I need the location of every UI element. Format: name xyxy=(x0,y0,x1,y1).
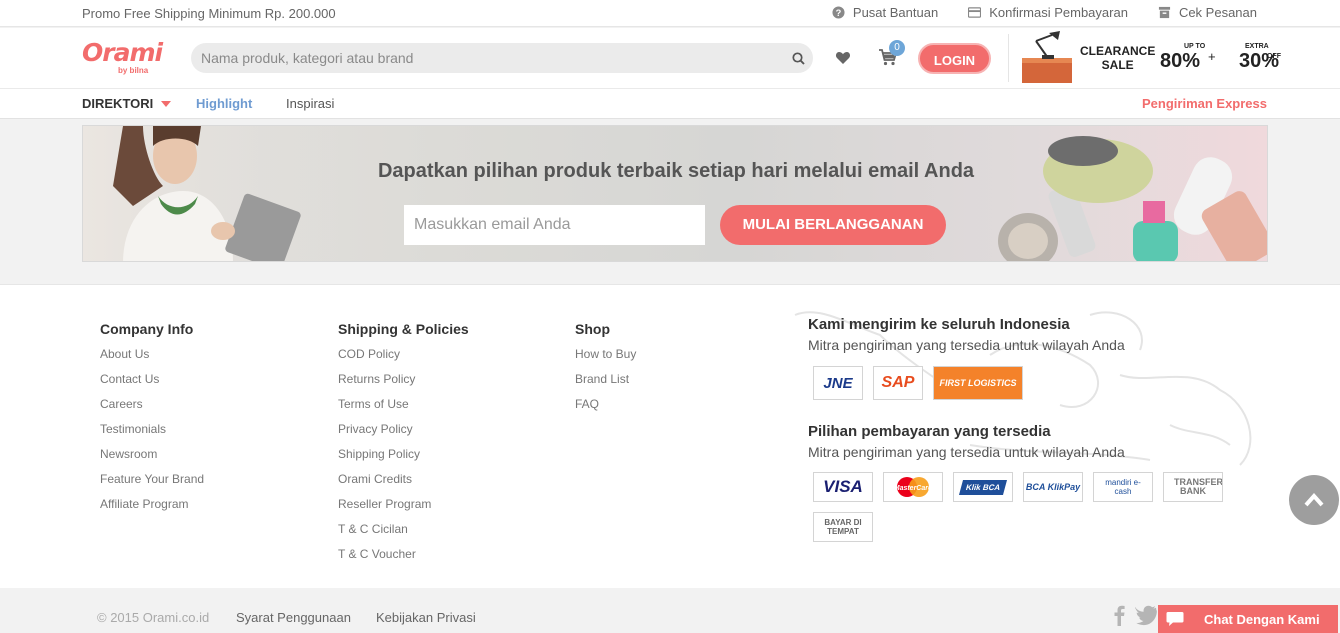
payment-logo-mastercard: MasterCard xyxy=(883,472,943,502)
chevron-up-icon xyxy=(1304,493,1324,507)
check-order-label: Cek Pesanan xyxy=(1178,5,1257,20)
footer-company-title: Company Info xyxy=(100,321,194,337)
footer-link-tc-voucher[interactable]: T & C Voucher xyxy=(338,545,469,570)
bottom-bar: © 2015 Orami.co.id Syarat Penggunaan Keb… xyxy=(0,588,1340,633)
footer-link-brand-list[interactable]: Brand List xyxy=(575,370,636,395)
clearance-line2: SALE xyxy=(1101,58,1134,72)
payment-logo-visa: VISA xyxy=(813,472,873,502)
newsletter-email-input[interactable] xyxy=(404,205,705,245)
help-center-link[interactable]: ? Pusat Bantuan xyxy=(832,5,938,20)
footer-shop-title: Shop xyxy=(575,321,610,337)
payment-subtitle: Mitra pengiriman yang tersedia untuk wil… xyxy=(808,444,1125,460)
footer-link-feature-brand[interactable]: Feature Your Brand xyxy=(100,470,204,495)
footer-shop-column: Shop How to Buy Brand List FAQ xyxy=(575,321,636,420)
footer-link-cod-policy[interactable]: COD Policy xyxy=(338,345,469,370)
twitter-icon[interactable] xyxy=(1135,604,1157,626)
upto-label: UP TO xyxy=(1184,43,1206,50)
chat-bubble-icon xyxy=(1158,605,1192,633)
footer-link-about-us[interactable]: About Us xyxy=(100,345,204,370)
clearance-sale-text: CLEARANCE SALE xyxy=(1080,44,1155,72)
footer-shipping-title: Shipping & Policies xyxy=(338,321,469,337)
footer-link-orami-credits[interactable]: Orami Credits xyxy=(338,470,469,495)
footer-link-careers[interactable]: Careers xyxy=(100,395,204,420)
off-label: OFF xyxy=(1267,53,1281,60)
nav-inspirasi[interactable]: Inspirasi xyxy=(286,96,334,111)
extra-label: EXTRA xyxy=(1245,43,1269,50)
shipping-subtitle: Mitra pengiriman yang tersedia untuk wil… xyxy=(808,337,1125,353)
clearance-sale-banner[interactable]: CLEARANCE SALE UP TO 80% + EXTRA 30% OFF xyxy=(1022,31,1281,85)
help-center-label: Pusat Bantuan xyxy=(852,5,939,20)
wishlist-heart-icon[interactable] xyxy=(835,50,851,66)
woman-tablet-image xyxy=(83,126,343,261)
facebook-icon[interactable] xyxy=(1109,604,1131,626)
promo-text: Promo Free Shipping Minimum Rp. 200.000 xyxy=(82,6,336,21)
footer-link-contact-us[interactable]: Contact Us xyxy=(100,370,204,395)
payment-logo-bank-transfer: TRANSFER BANK xyxy=(1163,472,1223,502)
footer-link-shipping-policy[interactable]: Shipping Policy xyxy=(338,445,469,470)
courier-logo-first-logistics: FIRST LOGISTICS xyxy=(933,366,1023,400)
footer-link-how-to-buy[interactable]: How to Buy xyxy=(575,345,636,370)
footer-link-newsroom[interactable]: Newsroom xyxy=(100,445,204,470)
top-promo-bar: Promo Free Shipping Minimum Rp. 200.000 … xyxy=(0,0,1340,27)
search-input[interactable] xyxy=(191,50,783,66)
discount-80: 80% xyxy=(1160,50,1201,72)
payment-logo-mandiri-ecash: mandiri e-cash xyxy=(1093,472,1153,502)
courier-logo-jne: JNE xyxy=(813,366,863,400)
footer-shipping-column: Shipping & Policies COD Policy Returns P… xyxy=(338,321,469,570)
footer-link-privacy-policy[interactable]: Privacy Policy xyxy=(338,420,469,445)
site-footer: Company Info About Us Contact Us Careers… xyxy=(0,284,1340,588)
shipping-title: Kami mengirim ke seluruh Indonesia xyxy=(808,316,1070,333)
footer-link-reseller-program[interactable]: Reseller Program xyxy=(338,495,469,520)
order-box-icon xyxy=(1158,6,1171,19)
mastercard-text: MasterCard xyxy=(894,485,933,492)
payment-logo-klikbca: Klik BCA xyxy=(953,472,1013,502)
clearance-line1: CLEARANCE xyxy=(1080,44,1156,58)
search-bar xyxy=(191,43,813,73)
payment-logo-cod: BAYAR DI TEMPAT xyxy=(813,512,873,542)
footer-link-testimonials[interactable]: Testimonials xyxy=(100,420,204,445)
logo-wordmark: Orami xyxy=(82,38,163,67)
footer-company-column: Company Info About Us Contact Us Careers… xyxy=(100,321,204,520)
payment-confirmation-label: Konfirmasi Pembayaran xyxy=(989,5,1128,20)
footer-link-faq[interactable]: FAQ xyxy=(575,395,636,420)
courier-logo-sap: SAP xyxy=(873,366,923,400)
payment-confirmation-link[interactable]: Konfirmasi Pembayaran xyxy=(968,5,1128,20)
top-links: ? Pusat Bantuan Konfirmasi Pembayaran Ce… xyxy=(832,5,1257,20)
clearance-lamp-image xyxy=(1022,31,1072,83)
directory-label: DIREKTORI xyxy=(82,96,154,111)
orami-logo[interactable]: Orami by bilna xyxy=(82,38,163,78)
directory-menu[interactable]: DIREKTORI xyxy=(82,96,172,111)
chevron-down-icon xyxy=(161,100,172,107)
login-button[interactable]: LOGIN xyxy=(918,43,991,74)
baby-products-image xyxy=(998,136,1267,261)
subscribe-button[interactable]: MULAI BERLANGGANAN xyxy=(720,205,946,245)
logo-byline: by bilna xyxy=(118,66,149,75)
footer-link-terms-of-use[interactable]: Terms of Use xyxy=(338,395,469,420)
chat-with-us-button[interactable]: Chat Dengan Kami xyxy=(1158,605,1338,633)
svg-text:?: ? xyxy=(836,8,842,18)
header-divider xyxy=(1008,34,1009,82)
check-order-link[interactable]: Cek Pesanan xyxy=(1158,5,1257,20)
copyright-text: © 2015 Orami.co.id xyxy=(97,610,210,625)
nav-express-shipping[interactable]: Pengiriman Express xyxy=(1142,96,1267,111)
terms-link[interactable]: Syarat Penggunaan xyxy=(236,610,351,625)
search-icon[interactable] xyxy=(783,43,813,73)
footer-link-affiliate[interactable]: Affiliate Program xyxy=(100,495,204,520)
newsletter-banner: Dapatkan pilihan produk terbaik setiap h… xyxy=(82,125,1268,262)
footer-link-returns-policy[interactable]: Returns Policy xyxy=(338,370,469,395)
chat-label: Chat Dengan Kami xyxy=(1204,611,1320,627)
credit-card-icon xyxy=(968,7,982,18)
plus-sign: + xyxy=(1208,49,1216,64)
scroll-to-top-button[interactable] xyxy=(1289,475,1339,525)
nav-highlight[interactable]: Highlight xyxy=(196,96,252,111)
main-nav: DIREKTORI Highlight Inspirasi Pengiriman… xyxy=(0,88,1340,119)
cart-count-badge: 0 xyxy=(889,40,905,56)
question-icon: ? xyxy=(832,6,845,19)
payment-title: Pilihan pembayaran yang tersedia xyxy=(808,423,1051,440)
payment-logo-bca-klikpay: BCA KlikPay xyxy=(1023,472,1083,502)
newsletter-title: Dapatkan pilihan produk terbaik setiap h… xyxy=(377,160,975,182)
main-header: Orami by bilna 0 LOGIN CLEARANCE SALE UP… xyxy=(0,28,1340,88)
footer-link-tc-cicilan[interactable]: T & C Cicilan xyxy=(338,520,469,545)
privacy-link[interactable]: Kebijakan Privasi xyxy=(376,610,476,625)
